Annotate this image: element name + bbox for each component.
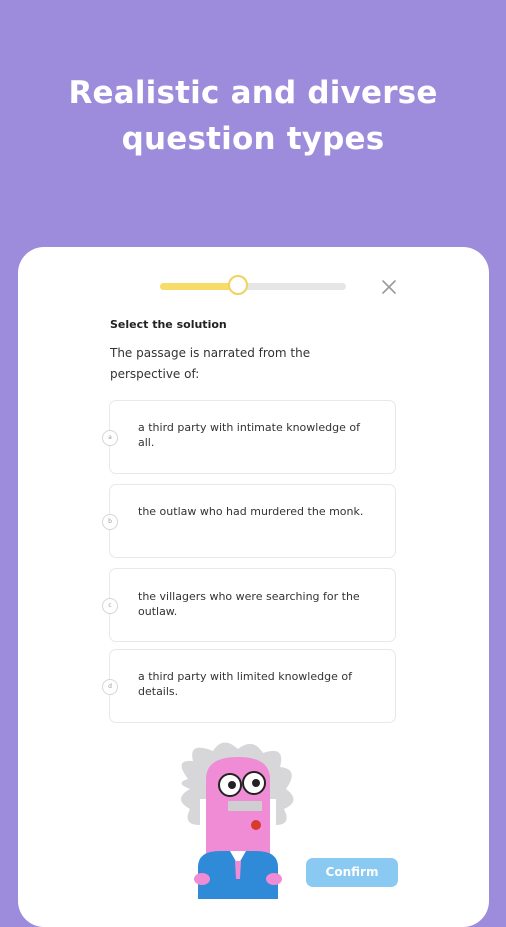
option-text: the outlaw who had murdered the monk. [138, 505, 364, 518]
option-text: a third party with limited knowledge of … [138, 670, 352, 698]
option-text: a third party with intimate knowledge of… [138, 421, 360, 449]
option-letter: a [102, 430, 118, 446]
answer-option-d[interactable]: d a third party with limited knowledge o… [102, 649, 396, 723]
headline: Realistic and diverse question types [0, 70, 506, 162]
quiz-card: Select the solution The passage is narra… [18, 247, 489, 927]
answer-option-b[interactable]: b the outlaw who had murdered the monk. [102, 484, 396, 558]
progress-knob [228, 275, 249, 295]
headline-line-2: question types [121, 121, 385, 157]
option-text: the villagers who were searching for the… [138, 590, 360, 618]
headline-line-1: Realistic and diverse [68, 75, 438, 111]
option-letter: c [102, 598, 118, 614]
confirm-button[interactable]: Confirm [306, 858, 398, 887]
option-letter: b [102, 514, 118, 530]
question-text: The passage is narrated from the perspec… [110, 346, 311, 381]
mascot-illustration [168, 739, 308, 899]
progress-bar [160, 275, 346, 295]
instruction-label: Select the solution [110, 318, 227, 331]
progress-fill [160, 283, 239, 290]
close-icon[interactable] [379, 277, 399, 297]
option-letter: d [102, 679, 118, 695]
answer-option-c[interactable]: c the villagers who were searching for t… [102, 568, 396, 642]
answer-option-a[interactable]: a a third party with intimate knowledge … [102, 400, 396, 474]
